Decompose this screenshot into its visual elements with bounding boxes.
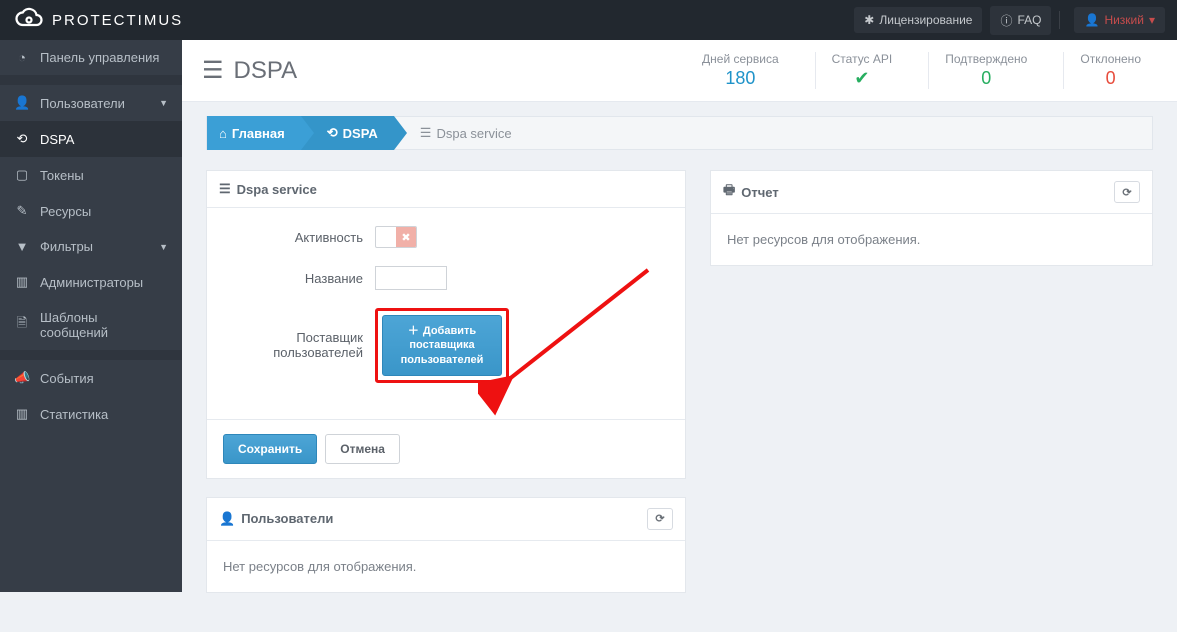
stat-api: Статус API✔ (815, 52, 909, 89)
panel-service: ☰ Dspa service Активность ✖ Название (206, 170, 686, 479)
sidebar: ◔Панель управления 👤Пользователи▼ ⟲DSPA … (0, 40, 182, 592)
faq-button[interactable]: ⓘFAQ (990, 6, 1051, 35)
list-icon: ☰ (219, 181, 231, 197)
stat-days: Дней сервиса180 (686, 52, 795, 89)
list-icon: ☰ (202, 56, 224, 85)
user-icon: 👤 (219, 511, 235, 527)
cloud-logo-icon (14, 5, 44, 35)
sidebar-item-admins[interactable]: ▥Администраторы (0, 264, 182, 300)
highlight-box: ＋Добавить поставщика пользователей (375, 308, 509, 383)
empty-message: Нет ресурсов для отображения. (223, 559, 669, 574)
chevron-down-icon: ▼ (159, 242, 168, 252)
stat-confirmed: Подтверждено0 (928, 52, 1043, 89)
activity-toggle[interactable]: ✖ (375, 226, 417, 248)
refresh-button[interactable]: ⟳ (1114, 181, 1140, 203)
sidebar-item-users[interactable]: 👤Пользователи▼ (0, 85, 182, 121)
user-icon: 👤 (1084, 13, 1099, 27)
panel-title: Пользователи (241, 511, 333, 526)
sidebar-item-resources[interactable]: ✎Ресурсы (0, 193, 182, 229)
bars-icon: ▥ (14, 406, 30, 422)
plus-icon: ＋ (408, 324, 419, 338)
sidebar-item-dspa[interactable]: ⟲DSPA (0, 121, 182, 157)
list-icon: ☰ (420, 125, 432, 141)
brand-logo: PROTECTIMUS (0, 5, 848, 35)
edit-icon: ✎ (14, 203, 30, 219)
label-name: Название (223, 271, 363, 286)
gear-icon: ✱ (864, 13, 874, 27)
sidebar-item-stats[interactable]: ▥Статистика (0, 396, 182, 432)
breadcrumb-leaf: ☰Dspa service (394, 116, 528, 150)
chevron-down-icon: ▼ (159, 98, 168, 108)
sidebar-item-events[interactable]: 📣События (0, 360, 182, 396)
page-title: ☰DSPA (202, 56, 686, 85)
info-icon: ⓘ (1000, 12, 1012, 29)
breadcrumb-home[interactable]: ⌂Главная (207, 116, 301, 150)
user-menu[interactable]: 👤Низкий▾ (1074, 7, 1165, 33)
dashboard-icon: ◔ (14, 50, 30, 65)
add-provider-button[interactable]: ＋Добавить поставщика пользователей (382, 315, 502, 376)
user-icon: 👤 (14, 95, 30, 111)
save-button[interactable]: Сохранить (223, 434, 317, 464)
sidebar-item-templates[interactable]: 🗎Шаблоны сообщений (0, 300, 182, 350)
stat-rejected: Отклонено0 (1063, 52, 1157, 89)
chevron-down-icon: ▾ (1149, 13, 1155, 27)
panel-report: 🖶 Отчет ⟳ Нет ресурсов для отображения. (710, 170, 1153, 266)
panel-title: Отчет (741, 185, 778, 200)
panel-users: 👤 Пользователи ⟳ Нет ресурсов для отображе… (206, 497, 686, 593)
separator (1059, 11, 1060, 29)
print-icon: 🖶 (723, 181, 735, 203)
funnel-icon: ▼ (14, 239, 30, 254)
panel-title: Dspa service (237, 182, 317, 197)
cancel-button[interactable]: Отмена (325, 434, 400, 464)
doc-icon: 🗎 (14, 314, 30, 336)
breadcrumb: ⌂Главная ⟲DSPA ☰Dspa service (206, 116, 1153, 150)
megaphone-icon: 📣 (14, 370, 30, 386)
empty-message: Нет ресурсов для отображения. (727, 232, 1136, 247)
close-icon: ✖ (396, 227, 416, 247)
name-input[interactable] (375, 266, 447, 290)
brand-text: PROTECTIMUS (52, 12, 183, 29)
breadcrumb-dspa[interactable]: ⟲DSPA (301, 116, 394, 150)
device-icon: ▢ (14, 167, 30, 183)
sidebar-item-dashboard[interactable]: ◔Панель управления (0, 40, 182, 75)
refresh-button[interactable]: ⟳ (647, 508, 673, 530)
label-provider: Поставщик пользователей (223, 330, 363, 360)
sync-icon: ⟲ (327, 125, 338, 141)
home-icon: ⌂ (219, 126, 227, 141)
label-activity: Активность (223, 230, 363, 245)
sidebar-item-filters[interactable]: ▼Фильтры▼ (0, 229, 182, 264)
sidebar-item-tokens[interactable]: ▢Токены (0, 157, 182, 193)
sync-icon: ⟲ (14, 131, 30, 147)
licensing-button[interactable]: ✱Лицензирование (854, 7, 982, 33)
bars-icon: ▥ (14, 274, 30, 290)
